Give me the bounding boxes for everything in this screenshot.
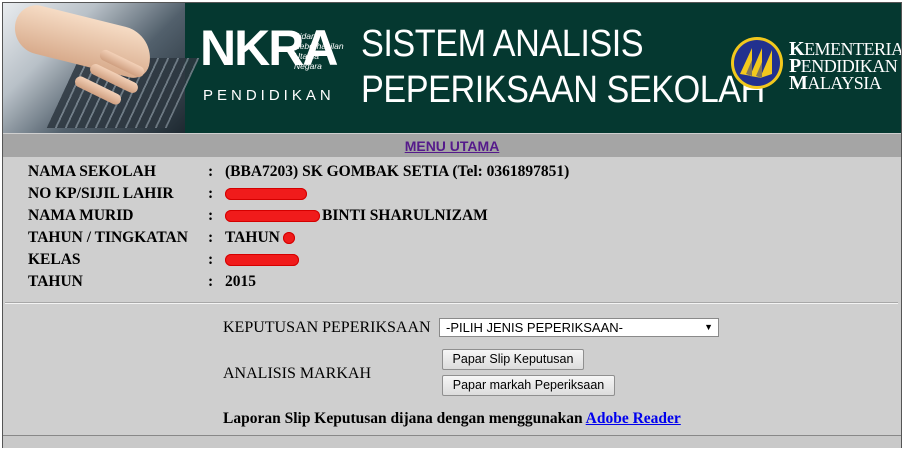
dropdown-arrow-icon: ▼ xyxy=(704,322,713,332)
adobe-reader-link[interactable]: Adobe Reader xyxy=(586,410,681,427)
exam-label: KEPUTUSAN PEPERIKSAAN xyxy=(223,319,431,336)
page-frame: NKRA Bidang Keberhasilan Utama Negara PE… xyxy=(2,2,902,448)
info-label: NAMA MURID xyxy=(28,207,134,224)
info-separator: : xyxy=(208,229,214,246)
student-info: NAMA SEKOLAH : (BBA7203) SK GOMBAK SETIA… xyxy=(28,163,569,295)
ministry-crest-icon xyxy=(731,37,783,89)
menu-bar: MENU UTAMA xyxy=(3,134,901,157)
footer-bar xyxy=(3,435,901,448)
show-exam-marks-button[interactable]: Papar markah Peperiksaan xyxy=(442,375,615,396)
redaction-mark xyxy=(225,188,307,200)
exam-type-select-value: -PILIH JENIS PEPERIKSAAN- xyxy=(446,320,623,335)
info-separator: : xyxy=(208,273,214,290)
ministry-line3-rest: ALAYSIA xyxy=(807,73,882,93)
info-row-name: NAMA MURID : BINTI SHARULNIZAM xyxy=(28,207,569,229)
section-divider xyxy=(5,302,898,304)
system-title: SISTEM ANALISIS PEPERIKSAAN SEKOLAH xyxy=(361,21,765,113)
redaction-mark xyxy=(225,254,299,266)
adobe-note-text: Laporan Slip Keputusan dijana dengan men… xyxy=(223,410,586,427)
info-row-class: KELAS : xyxy=(28,251,569,273)
show-result-slip-button[interactable]: Papar Slip Keputusan xyxy=(442,349,584,370)
info-value-text: TAHUN xyxy=(225,229,280,246)
ministry-line3-initial: M xyxy=(789,72,808,94)
info-label: NO KP/SIJIL LAHIR xyxy=(28,185,174,202)
exam-type-select[interactable]: -PILIH JENIS PEPERIKSAAN- ▼ xyxy=(439,318,719,337)
main-menu-link[interactable]: MENU UTAMA xyxy=(405,138,500,154)
info-separator: : xyxy=(208,185,214,202)
info-label: KELAS xyxy=(28,251,81,268)
nkra-tagline-line: Negara xyxy=(294,61,322,71)
nkra-subtitle: PENDIDIKAN xyxy=(203,87,335,104)
keyboard-photo xyxy=(3,3,200,133)
redaction-mark xyxy=(225,210,320,222)
info-value: (BBA7203) SK GOMBAK SETIA (Tel: 03618978… xyxy=(225,163,570,180)
info-row-year-level: TAHUN / TINGKATAN : TAHUN xyxy=(28,229,569,251)
info-value-text: BINTI SHARULNIZAM xyxy=(322,207,488,224)
system-title-line2: PEPERIKSAAN SEKOLAH xyxy=(361,69,765,111)
system-title-line1: SISTEM ANALISIS xyxy=(361,23,644,65)
info-separator: : xyxy=(208,163,214,180)
info-separator: : xyxy=(208,251,214,268)
info-value: BINTI SHARULNIZAM xyxy=(225,207,488,229)
ministry-name: KEMENTERIAN PENDIDIKAN MALAYSIA xyxy=(789,39,901,94)
info-row-year: TAHUN : 2015 xyxy=(28,273,569,295)
ministry-line3: MALAYSIA xyxy=(789,72,901,94)
info-label: TAHUN / TINGKATAN xyxy=(28,229,188,246)
info-separator: : xyxy=(208,207,214,224)
redaction-mark xyxy=(283,232,295,244)
analysis-label: ANALISIS MARKAH xyxy=(223,365,372,382)
info-value: 2015 xyxy=(225,273,256,290)
info-value: TAHUN xyxy=(225,229,295,251)
info-row-ic: NO KP/SIJIL LAHIR : xyxy=(28,185,569,207)
info-row-school: NAMA SEKOLAH : (BBA7203) SK GOMBAK SETIA… xyxy=(28,163,569,185)
nkra-tagline-line: Keberhasilan xyxy=(294,41,344,51)
adobe-note: Laporan Slip Keputusan dijana dengan men… xyxy=(223,410,681,428)
header-banner: NKRA Bidang Keberhasilan Utama Negara PE… xyxy=(3,3,901,133)
nkra-tagline-line: Bidang xyxy=(294,31,321,41)
info-label: NAMA SEKOLAH xyxy=(28,163,156,180)
info-label: TAHUN xyxy=(28,273,83,290)
nkra-tagline: Bidang Keberhasilan Utama Negara xyxy=(294,31,344,71)
nkra-tagline-line: Utama xyxy=(294,51,320,61)
